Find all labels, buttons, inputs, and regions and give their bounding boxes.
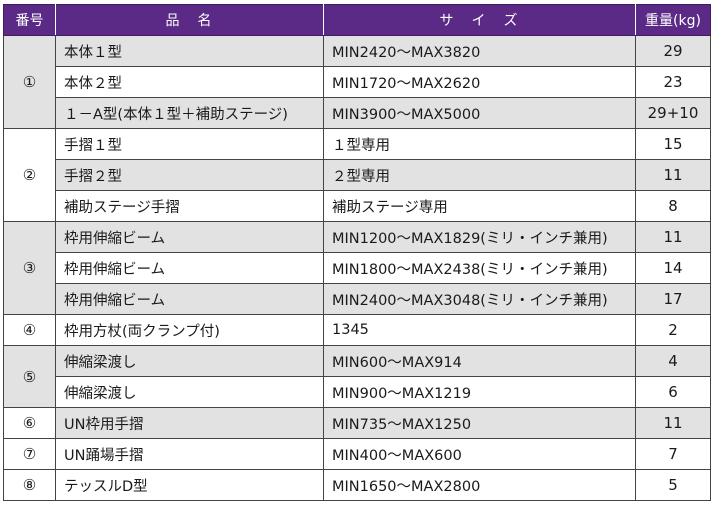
table-row: 枠用伸縮ビーム MIN1800〜MAX2438(ミリ・インチ兼用) 14 (4, 252, 711, 284)
item-weight: 11 (635, 159, 711, 191)
group-number: ⑧ (3, 469, 56, 501)
item-size: MIN1800〜MAX2438(ミリ・インチ兼用) (323, 252, 636, 284)
table-row: 枠用伸縮ビーム MIN2400〜MAX3048(ミリ・インチ兼用) 17 (4, 283, 711, 315)
item-size: MIN1720〜MAX2620 (323, 66, 636, 98)
item-weight: 5 (635, 469, 711, 501)
table-row: ⑥ UN枠用手摺 MIN735〜MAX1250 11 (3, 407, 711, 439)
item-weight: 11 (635, 407, 711, 439)
item-name: 枠用伸縮ビーム (55, 252, 324, 284)
item-size: 1345 (323, 314, 636, 346)
item-name: 枠用方杖(両クランプ付) (55, 314, 324, 346)
table-row: ⑤ 伸縮梁渡し MIN600〜MAX914 4 (3, 345, 711, 408)
header-number: 番号 (3, 4, 56, 36)
table-row: ① 本体１型 MIN2420〜MAX3820 29 (3, 35, 711, 129)
item-name: 本体１型 (55, 35, 324, 67)
item-weight: 15 (635, 128, 711, 160)
header-name: 品 名 (55, 4, 324, 36)
group-number: ① (3, 35, 56, 129)
item-name: テッスルD型 (55, 469, 324, 501)
table-row: ③ 枠用伸縮ビーム MIN1200〜MAX1829(ミリ・インチ兼用) 11 (3, 221, 711, 315)
item-weight: 4 (635, 345, 711, 377)
item-weight: 23 (635, 66, 711, 98)
group-number: ③ (3, 221, 56, 315)
item-size: 補助ステージ専用 (323, 190, 636, 222)
item-size: MIN3900〜MAX5000 (323, 97, 636, 129)
item-weight: 29 (635, 35, 711, 67)
group-number: ④ (3, 314, 56, 346)
item-size: １型専用 (323, 128, 636, 160)
item-weight: 17 (635, 283, 711, 315)
item-name: 本体２型 (55, 66, 324, 98)
table-row: 補助ステージ手摺 補助ステージ専用 8 (4, 190, 711, 222)
group-number: ⑥ (3, 407, 56, 439)
header-weight: 重量(kg) (635, 4, 711, 36)
item-name: 伸縮梁渡し (55, 376, 324, 408)
spec-body: ① 本体１型 MIN2420〜MAX3820 29 本体２型 MIN1720〜MAX262… (3, 35, 711, 501)
item-weight: 2 (635, 314, 711, 346)
table-row: ② 手摺１型 １型専用 15 (3, 128, 711, 222)
item-weight: 8 (635, 190, 711, 222)
item-size: MIN1650〜MAX2800 (323, 469, 636, 501)
item-size: MIN735〜MAX1250 (323, 407, 636, 439)
item-size: MIN400〜MAX600 (323, 438, 636, 470)
item-weight: 11 (635, 221, 711, 253)
item-size: MIN2420〜MAX3820 (323, 35, 636, 67)
table-row: 伸縮梁渡し MIN900〜MAX1219 6 (4, 376, 711, 408)
table-row: 手摺２型 ２型専用 11 (4, 159, 711, 191)
item-size: MIN2400〜MAX3048(ミリ・インチ兼用) (323, 283, 636, 315)
table-row: １－A型(本体１型＋補助ステージ) MIN3900〜MAX5000 29+10 (4, 97, 711, 129)
item-weight: 29+10 (635, 97, 711, 129)
item-size: MIN600〜MAX914 (323, 345, 636, 377)
item-name: １－A型(本体１型＋補助ステージ) (55, 97, 324, 129)
header-size: サ イ ズ (323, 4, 636, 36)
item-weight: 6 (635, 376, 711, 408)
header-row: 番号 品 名 サ イ ズ 重量(kg) (3, 4, 711, 36)
item-name: 枠用伸縮ビーム (55, 221, 324, 253)
item-name: 伸縮梁渡し (55, 345, 324, 377)
table-row: 本体２型 MIN1720〜MAX2620 23 (4, 66, 711, 98)
item-size: MIN900〜MAX1219 (323, 376, 636, 408)
item-name: 補助ステージ手摺 (55, 190, 324, 222)
table-row: ⑦ UN踊場手摺 MIN400〜MAX600 7 (3, 438, 711, 470)
item-size: ２型専用 (323, 159, 636, 191)
item-size: MIN1200〜MAX1829(ミリ・インチ兼用) (323, 221, 636, 253)
item-weight: 14 (635, 252, 711, 284)
table-row: ⑧ テッスルD型 MIN1650〜MAX2800 5 (3, 469, 711, 501)
item-name: UN踊場手摺 (55, 438, 324, 470)
item-name: 手摺２型 (55, 159, 324, 191)
item-name: UN枠用手摺 (55, 407, 324, 439)
item-weight: 7 (635, 438, 711, 470)
item-name: 枠用伸縮ビーム (55, 283, 324, 315)
item-name: 手摺１型 (55, 128, 324, 160)
spec-table: 番号 品 名 サ イ ズ 重量(kg) ① 本体１型 MIN2420〜MAX3820… (3, 4, 711, 501)
group-number: ② (3, 128, 56, 222)
group-number: ⑦ (3, 438, 56, 470)
table-row: ④ 枠用方杖(両クランプ付) 1345 2 (3, 314, 711, 346)
group-number: ⑤ (3, 345, 56, 408)
